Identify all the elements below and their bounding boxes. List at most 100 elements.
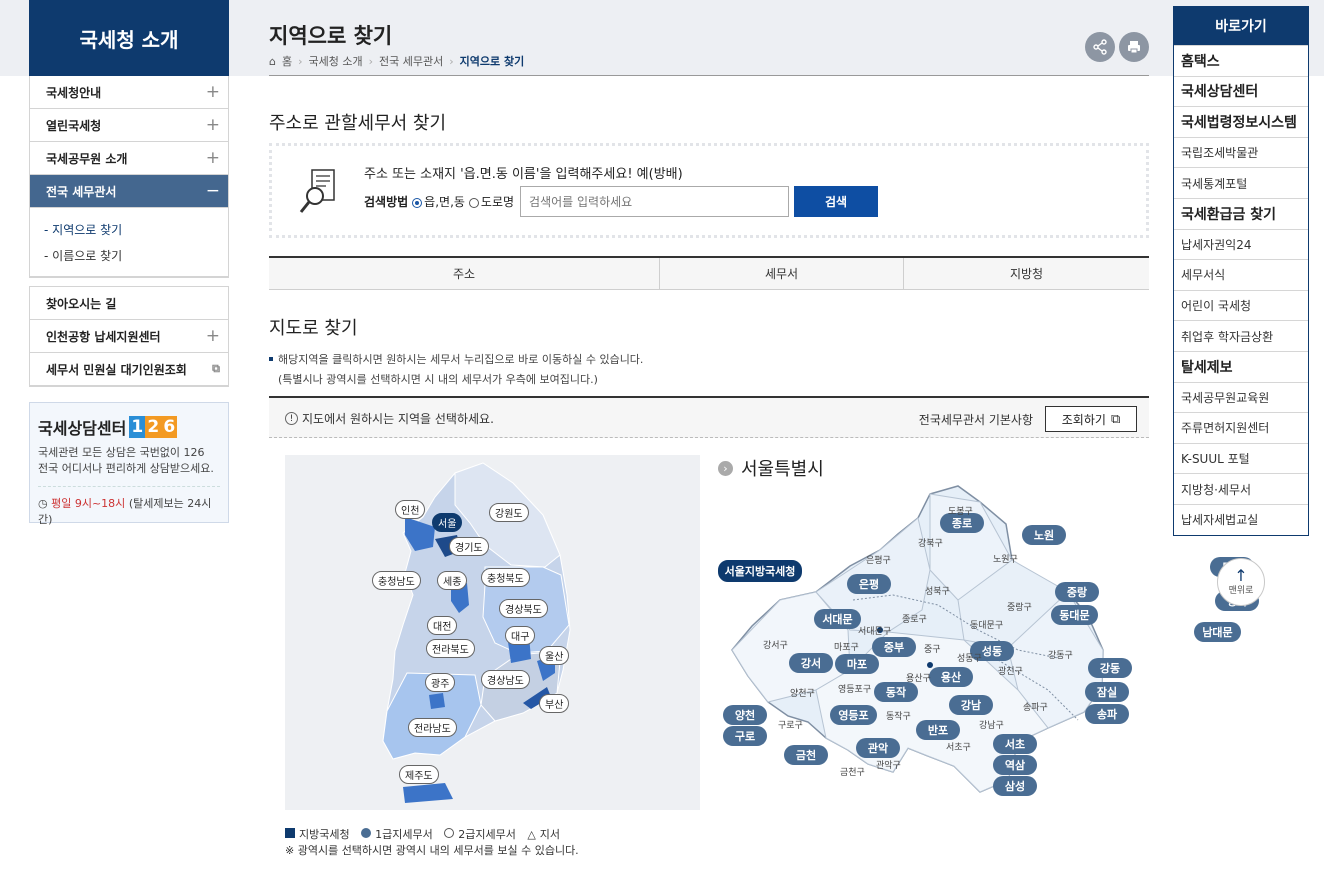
minus-icon: − — [205, 181, 220, 201]
lnb-item-label: 국세공무원 소개 — [46, 151, 128, 166]
breadcrumb-item[interactable]: 국세청 소개 — [309, 53, 363, 69]
quick-liquor[interactable]: 주류면허지원센터 — [1174, 412, 1308, 443]
lnb-item-tax-offices[interactable]: 전국 세무관서 − — [30, 175, 228, 208]
region-sejong[interactable]: 세종 — [437, 571, 468, 590]
quick-tax-class[interactable]: 납세자세법교실 — [1174, 503, 1308, 535]
legend-class2: 2급지세무서 — [458, 828, 516, 841]
lnb-item-nts-info[interactable]: 국세청안내 + — [30, 76, 228, 109]
office-jamsil[interactable]: 잠실 — [1085, 682, 1129, 702]
quick-title: 바로가기 — [1174, 7, 1308, 45]
office-gangdong[interactable]: 강동 — [1088, 658, 1132, 678]
arrow-up-icon: ↑ — [1234, 565, 1248, 585]
region-jeju[interactable]: 제주도 — [399, 765, 439, 784]
office-mapo[interactable]: 마포 — [835, 654, 879, 674]
search-message: 주소 또는 소재지 '읍.면.동 이름'을 입력해주세요! 예(방배) — [364, 167, 683, 182]
region-incheon[interactable]: 인천 — [395, 500, 426, 519]
search-row: 검색방법 읍,면,동 도로명 검색 — [364, 186, 879, 217]
office-gangseo[interactable]: 강서 — [789, 653, 833, 673]
lnb-item-airport[interactable]: 인천공항 납세지원센터 + — [30, 320, 228, 353]
district: 광진구 — [998, 667, 1023, 677]
quick-consult[interactable]: 국세상담센터 — [1174, 75, 1308, 107]
tab-tax-office[interactable]: 세무서 — [660, 258, 904, 289]
office-dongdaemun[interactable]: 동대문 — [1051, 605, 1098, 625]
office-eunpyeong[interactable]: 은평 — [847, 574, 891, 594]
lnb-item-waiting[interactable]: 세무서 민원실 대기인원조회 ⧉ — [30, 353, 228, 386]
lnb-item-label: 열린국세청 — [46, 118, 102, 133]
tab-regional-office[interactable]: 지방청 — [904, 258, 1149, 289]
quick-stats[interactable]: 국세통계포털 — [1174, 167, 1308, 198]
office-jungnang[interactable]: 중랑 — [1055, 582, 1099, 602]
lnb-sub-item-region[interactable]: - 지역으로 찾기 — [44, 218, 228, 244]
region-daejeon[interactable]: 대전 — [427, 616, 458, 635]
radio-dong[interactable] — [412, 197, 423, 208]
office-seocho[interactable]: 서초 — [993, 734, 1037, 754]
office-guro[interactable]: 구로 — [723, 726, 767, 746]
quick-offices[interactable]: 지방청·세무서 — [1174, 473, 1308, 504]
region-daegu[interactable]: 대구 — [505, 626, 536, 645]
office-namdaemun[interactable]: 남대문 — [1194, 622, 1241, 642]
office-gangnam[interactable]: 강남 — [949, 695, 993, 715]
region-jeonbuk[interactable]: 전라북도 — [426, 639, 475, 658]
office-gwanak[interactable]: 관악 — [856, 738, 900, 758]
region-gyeongbuk[interactable]: 경상북도 — [499, 599, 548, 618]
quick-hometax[interactable]: 홈택스 — [1174, 45, 1308, 76]
office-yangcheon[interactable]: 양천 — [723, 705, 767, 725]
quick-academy[interactable]: 국세공무원교육원 — [1174, 381, 1308, 413]
quick-law[interactable]: 국세법령정보시스템 — [1174, 106, 1308, 137]
region-jeonnam[interactable]: 전라남도 — [408, 718, 457, 737]
home-icon[interactable]: ⌂ — [269, 55, 276, 68]
office-yeoksam[interactable]: 역삼 — [993, 755, 1037, 775]
seoul-title-text: 서울특별시 — [741, 459, 824, 480]
quick-rights[interactable]: 납세자권익24 — [1174, 228, 1308, 260]
view-button[interactable]: 조회하기 ⧉ — [1045, 406, 1137, 432]
office-songpa[interactable]: 송파 — [1085, 704, 1129, 724]
office-dongjak[interactable]: 동작 — [874, 682, 918, 702]
breadcrumb-item[interactable]: 전국 세무관서 — [379, 53, 443, 69]
region-gyeongnam[interactable]: 경상남도 — [481, 670, 530, 689]
external-link-icon: ⧉ — [1110, 411, 1121, 427]
region-ulsan[interactable]: 울산 — [539, 646, 570, 665]
quick-report[interactable]: 탈세제보 — [1174, 350, 1308, 382]
region-seoul[interactable]: 서울 — [432, 513, 463, 532]
quick-kids[interactable]: 어린이 국세청 — [1174, 289, 1308, 321]
lnb-item-directions[interactable]: 찾아오시는 길 — [30, 287, 228, 320]
print-button[interactable] — [1119, 32, 1149, 62]
region-gyeonggi[interactable]: 경기도 — [449, 537, 489, 556]
legend-note: ※ 광역시를 선택하시면 광역시 내의 세무서를 보실 수 있습니다. — [285, 844, 579, 857]
quick-forms[interactable]: 세무서식 — [1174, 259, 1308, 290]
office-samsung[interactable]: 삼성 — [993, 776, 1037, 796]
office-geumcheon[interactable]: 금천 — [784, 745, 828, 765]
consult-title: 국세상담센터 — [38, 419, 127, 438]
search-input[interactable] — [520, 186, 790, 217]
share-button[interactable] — [1085, 32, 1115, 62]
lnb-item-open-nts[interactable]: 열린국세청 + — [30, 109, 228, 142]
office-jungbu[interactable]: 중부 — [872, 637, 916, 657]
tab-address[interactable]: 주소 — [269, 258, 660, 289]
quick-refund[interactable]: 국세환급금 찾기 — [1174, 197, 1308, 229]
circle-icon — [444, 828, 455, 838]
radio-road[interactable] — [468, 197, 479, 208]
region-gangwon[interactable]: 강원도 — [489, 503, 529, 522]
quick-museum[interactable]: 국립조세박물관 — [1174, 136, 1308, 168]
lnb-item-label: 세무서 민원실 대기인원조회 — [46, 362, 187, 377]
search-tabs: 주소 세무서 지방청 — [269, 256, 1149, 290]
quick-student-loan[interactable]: 취업후 학자금상환 — [1174, 320, 1308, 351]
search-button[interactable]: 검색 — [794, 186, 879, 217]
region-chungbuk[interactable]: 충청북도 — [481, 568, 530, 587]
breadcrumb-home[interactable]: 홈 — [282, 53, 292, 69]
lnb-sub-item-name[interactable]: - 이름으로 찾기 — [44, 244, 228, 270]
seoul-regional-hq[interactable]: 서울지방국세청 — [718, 560, 802, 582]
office-nowon[interactable]: 노원 — [1022, 525, 1066, 545]
region-busan[interactable]: 부산 — [539, 694, 570, 713]
scroll-top-button[interactable]: ↑ 맨위로 — [1217, 558, 1265, 606]
office-seodaemun[interactable]: 서대문 — [814, 609, 861, 629]
office-yeongdeungpo[interactable]: 영등포 — [830, 705, 877, 725]
region-gwangju[interactable]: 광주 — [425, 673, 456, 692]
lnb-item-label: 인천공항 납세지원센터 — [46, 329, 161, 344]
quick-ksuul[interactable]: K-SUUL 포털 — [1174, 442, 1308, 474]
lnb-item-officials[interactable]: 국세공무원 소개 + — [30, 142, 228, 175]
lnb-item-label: 전국 세무관서 — [46, 184, 117, 199]
office-banpo[interactable]: 반포 — [916, 720, 960, 740]
office-yongsan[interactable]: 용산 — [929, 667, 973, 687]
region-chungnam[interactable]: 충청남도 — [372, 571, 421, 590]
